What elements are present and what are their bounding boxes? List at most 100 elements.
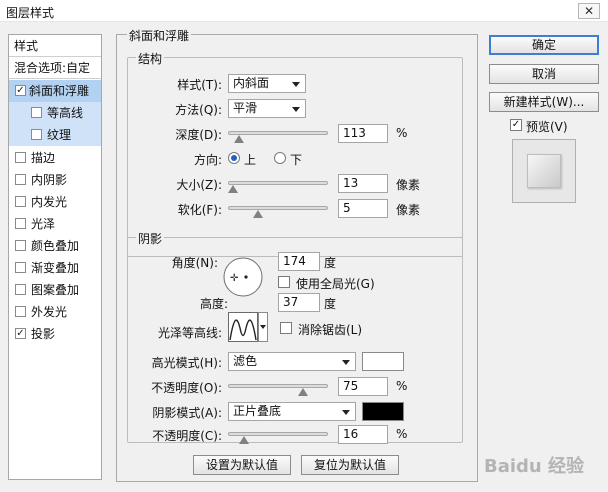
soften-slider[interactable] bbox=[228, 206, 328, 210]
highlight-mode-select[interactable]: 滤色 bbox=[228, 352, 356, 371]
highlight-opacity-slider[interactable] bbox=[228, 384, 328, 388]
direction-up-label: 上 bbox=[244, 153, 257, 167]
close-button[interactable]: ✕ bbox=[578, 3, 600, 19]
size-slider-thumb[interactable] bbox=[228, 185, 238, 193]
sidebar-item-stroke[interactable]: 描边 bbox=[9, 147, 101, 169]
shadow-opacity-label: 不透明度(C): bbox=[152, 429, 222, 443]
size-slider[interactable] bbox=[228, 181, 328, 185]
checkbox-pattern-overlay[interactable] bbox=[15, 284, 26, 295]
checkbox-inner-glow[interactable] bbox=[15, 196, 26, 207]
structure-title: 结构 bbox=[136, 50, 165, 67]
checkbox-texture[interactable] bbox=[31, 129, 42, 140]
style-select-value: 内斜面 bbox=[233, 76, 270, 90]
anti-aliased-checkbox[interactable] bbox=[280, 322, 292, 334]
checkbox-inner-shadow[interactable] bbox=[15, 174, 26, 185]
style-preview-thumbnail bbox=[512, 139, 576, 203]
sidebar-item-label: 内发光 bbox=[31, 195, 68, 209]
shadow-mode-label: 阴影模式(A): bbox=[152, 406, 222, 420]
technique-select-value: 平滑 bbox=[233, 101, 258, 115]
angle-dial[interactable]: ✛ bbox=[222, 256, 264, 298]
sidebar-item-pattern-overlay[interactable]: 图案叠加 bbox=[9, 279, 101, 301]
reset-default-button[interactable]: 复位为默认值 bbox=[301, 455, 399, 475]
make-default-button[interactable]: 设置为默认值 bbox=[193, 455, 291, 475]
sidebar-item-gradient-overlay[interactable]: 渐变叠加 bbox=[9, 257, 101, 279]
depth-input[interactable]: 113 bbox=[338, 124, 388, 143]
direction-down-label: 下 bbox=[290, 153, 303, 167]
size-input[interactable]: 13 bbox=[338, 174, 388, 193]
styles-list: 样式 混合选项:自定 ✓ 斜面和浮雕 等高线 纹理 描边 内阴影 内发光 光泽 bbox=[8, 34, 102, 480]
watermark-logo: Baidu 经验 bbox=[483, 456, 584, 477]
blend-options-item[interactable]: 混合选项:自定 bbox=[9, 57, 101, 79]
checkbox-gradient-overlay[interactable] bbox=[15, 262, 26, 273]
preview-checkbox[interactable]: ✓ bbox=[510, 119, 522, 131]
sidebar-item-contour[interactable]: 等高线 bbox=[9, 102, 101, 124]
shadow-opacity-input[interactable]: 16 bbox=[338, 425, 388, 444]
sidebar-item-label: 光泽 bbox=[31, 217, 56, 231]
direction-label: 方向: bbox=[193, 153, 222, 167]
sidebar-item-label: 渐变叠加 bbox=[31, 261, 80, 275]
sidebar-item-satin[interactable]: 光泽 bbox=[9, 213, 101, 235]
sidebar-item-outer-glow[interactable]: 外发光 bbox=[9, 301, 101, 323]
shading-group: 阴影 角度(N): ✛ 174 度 使用全局光(G) 高度: 37 度 光泽等高… bbox=[127, 230, 463, 444]
soften-slider-thumb[interactable] bbox=[253, 210, 263, 218]
sidebar-item-inner-glow[interactable]: 内发光 bbox=[9, 191, 101, 213]
checkbox-color-overlay[interactable] bbox=[15, 240, 26, 251]
checkbox-drop-shadow[interactable]: ✓ bbox=[15, 328, 26, 339]
cancel-button[interactable]: 取消 bbox=[489, 64, 599, 84]
gloss-contour-dropdown[interactable] bbox=[258, 312, 268, 342]
direction-up-radio[interactable] bbox=[228, 152, 240, 164]
size-unit: 像素 bbox=[396, 178, 421, 192]
checkbox-satin[interactable] bbox=[15, 218, 26, 229]
gloss-contour-preview[interactable] bbox=[228, 312, 258, 342]
layer-style-dialog: 图层样式 ✕ 样式 混合选项:自定 ✓ 斜面和浮雕 等高线 纹理 描边 内阴影 … bbox=[0, 0, 608, 492]
sidebar-item-label: 斜面和浮雕 bbox=[29, 84, 90, 98]
chevron-down-icon bbox=[292, 82, 300, 87]
gloss-contour-label: 光泽等高线: bbox=[157, 326, 222, 340]
checkbox-contour[interactable] bbox=[31, 107, 42, 118]
soften-input[interactable]: 5 bbox=[338, 199, 388, 218]
checkbox-stroke[interactable] bbox=[15, 152, 26, 163]
shadow-opacity-slider-thumb[interactable] bbox=[239, 436, 249, 444]
sidebar-item-inner-shadow[interactable]: 内阴影 bbox=[9, 169, 101, 191]
sidebar-item-texture[interactable]: 纹理 bbox=[9, 124, 101, 146]
highlight-opacity-input[interactable]: 75 bbox=[338, 377, 388, 396]
bevel-emboss-panel: 斜面和浮雕 结构 样式(T): 内斜面 方法(Q): 平滑 深度(D): 113… bbox=[116, 27, 478, 482]
preview-swatch bbox=[527, 154, 561, 188]
technique-select[interactable]: 平滑 bbox=[228, 99, 306, 118]
angle-input[interactable]: 174 bbox=[278, 252, 320, 271]
angle-unit: 度 bbox=[324, 256, 337, 270]
altitude-input[interactable]: 37 bbox=[278, 293, 320, 312]
size-label: 大小(Z): bbox=[176, 178, 222, 192]
global-light-label: 使用全局光(G) bbox=[296, 277, 375, 291]
style-label: 样式(T): bbox=[177, 78, 222, 92]
radio-selected-dot bbox=[231, 155, 237, 161]
chevron-down-icon bbox=[342, 410, 350, 415]
ok-button[interactable]: 确定 bbox=[489, 35, 599, 55]
style-select[interactable]: 内斜面 bbox=[228, 74, 306, 93]
sidebar-item-label: 纹理 bbox=[47, 128, 72, 142]
highlight-color-swatch[interactable] bbox=[362, 352, 404, 371]
checkbox-outer-glow[interactable] bbox=[15, 306, 26, 317]
highlight-opacity-unit: % bbox=[396, 379, 408, 393]
depth-label: 深度(D): bbox=[175, 128, 222, 142]
sidebar-item-color-overlay[interactable]: 颜色叠加 bbox=[9, 235, 101, 257]
shadow-color-swatch[interactable] bbox=[362, 402, 404, 421]
sidebar-item-bevel-emboss[interactable]: ✓ 斜面和浮雕 bbox=[9, 80, 101, 102]
global-light-checkbox[interactable] bbox=[278, 276, 290, 288]
chevron-down-icon bbox=[342, 360, 350, 365]
highlight-opacity-slider-thumb[interactable] bbox=[298, 388, 308, 396]
highlight-opacity-label: 不透明度(O): bbox=[151, 381, 222, 395]
soften-label: 软化(F): bbox=[177, 203, 222, 217]
sidebar-item-drop-shadow[interactable]: ✓ 投影 bbox=[9, 323, 101, 345]
direction-down-radio[interactable] bbox=[274, 152, 286, 164]
shadow-mode-select[interactable]: 正片叠底 bbox=[228, 402, 356, 421]
chevron-down-icon bbox=[292, 107, 300, 112]
checkbox-bevel-emboss[interactable]: ✓ bbox=[15, 85, 26, 96]
highlight-mode-value: 滤色 bbox=[233, 354, 258, 368]
sidebar-item-label: 内阴影 bbox=[31, 173, 68, 187]
new-style-button[interactable]: 新建样式(W)... bbox=[489, 92, 599, 112]
shadow-mode-value: 正片叠底 bbox=[233, 404, 282, 418]
sidebar-item-label: 投影 bbox=[31, 327, 56, 341]
shading-title: 阴影 bbox=[136, 230, 165, 247]
depth-slider-thumb[interactable] bbox=[234, 135, 245, 143]
